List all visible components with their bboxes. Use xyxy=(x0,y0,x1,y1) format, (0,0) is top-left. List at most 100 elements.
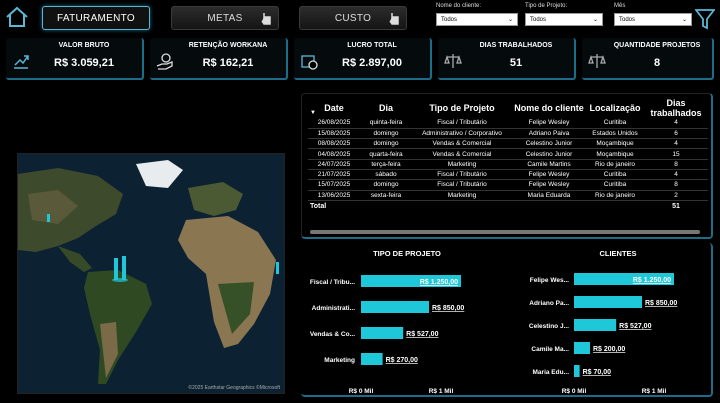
tipo-projeto-category-label: Vendas & Co... xyxy=(310,331,355,338)
tipo-projeto-dropdown[interactable]: Todos ⌄ xyxy=(525,13,603,26)
metas-button[interactable]: METAS xyxy=(171,6,279,30)
total-value: 51 xyxy=(672,203,680,211)
pointer-hand-icon xyxy=(389,13,399,25)
table-row[interactable]: 13/06/2025 sexta-feira Marketing Maria Edua… xyxy=(308,190,708,201)
filter-label: Nome do cliente: xyxy=(436,3,482,9)
tipo-projeto-category-label: Fiscal / Tribu... xyxy=(310,279,355,286)
clientes-category-label: Adriano Pa... xyxy=(529,300,569,307)
table-cell: 4 xyxy=(644,118,708,129)
charts-panel: TIPO DE PROJETO Fiscal / Tribu... R$ 1.250… xyxy=(301,243,713,397)
filter-tipo-projeto: Tipo de Projeto: Todos ⌄ xyxy=(525,3,603,26)
clientes-bar[interactable] xyxy=(574,319,617,331)
world-map[interactable]: ©2025 Earthstar Geographics ©Microsoft xyxy=(17,153,285,394)
table-row[interactable]: 04/08/2025 quarta-feira Vendas & Comercial… xyxy=(308,148,708,160)
clientes-category-label: Camile Ma... xyxy=(531,346,569,353)
dropdown-value: Todos xyxy=(619,16,636,23)
sort-desc-icon[interactable]: ▼ xyxy=(310,110,316,116)
table-cell: Fiscal / Tributário xyxy=(412,118,512,129)
tipo-projeto-x-tick: R$ 1 Mil xyxy=(429,388,454,395)
table-cell: domingo xyxy=(360,128,412,140)
kpi-title: QUANTIDADE PROJETOS xyxy=(613,42,701,49)
table-cell: domingo xyxy=(360,179,412,191)
kpi-valor-bruto: VALOR BRUTO R$ 3.059,21 xyxy=(6,38,144,80)
custo-button[interactable]: CUSTO xyxy=(299,6,407,30)
tipo-projeto-value-label: R$ 270,00 xyxy=(386,357,418,364)
column-header-tipo[interactable]: Tipo de Projeto xyxy=(412,98,512,118)
table-cell: 6 xyxy=(644,128,708,140)
table-cell: 15/08/2025 xyxy=(308,128,360,140)
column-header-dia[interactable]: Dia xyxy=(360,98,412,118)
table-cell: Adriano Paiva xyxy=(512,128,586,140)
table-cell: sábado xyxy=(360,169,412,181)
column-header-cliente[interactable]: Nome do cliente xyxy=(512,98,586,118)
table-total-row: Total 51 xyxy=(308,200,708,212)
table-cell: quarta-feira xyxy=(360,148,412,160)
kpi-quantidade-projetos: QUANTIDADE PROJETOS 8 xyxy=(582,38,714,80)
table-row[interactable]: 08/08/2025 domingo Vendas & Comercial Celes… xyxy=(308,138,708,150)
table-cell: 26/08/2025 xyxy=(308,118,360,129)
table-row[interactable]: 26/08/2025 quinta-feira Fiscal / Tributári… xyxy=(308,118,708,129)
kpi-value: R$ 162,21 xyxy=(202,57,254,69)
table-cell: Vendas & Comercial xyxy=(412,148,512,160)
home-icon[interactable] xyxy=(4,4,30,30)
table-cell: Felipe Wesley xyxy=(512,179,586,191)
metas-label: METAS xyxy=(207,12,243,24)
table-row[interactable]: 24/07/2025 terça-feira Marketing Camile Mar… xyxy=(308,159,708,170)
chevron-down-icon: ⌄ xyxy=(681,17,687,23)
tipo-projeto-bar[interactable] xyxy=(361,353,383,365)
map-credit: ©2025 Earthstar Geographics ©Microsoft xyxy=(188,385,280,391)
total-label: Total xyxy=(310,203,327,211)
table-cell: Marketing xyxy=(412,159,512,170)
table-cell: 24/07/2025 xyxy=(308,159,360,170)
table-cell xyxy=(412,200,512,212)
horizontal-scrollbar[interactable] xyxy=(310,230,700,234)
mes-dropdown[interactable]: Todos ⌄ xyxy=(614,13,692,26)
cliente-dropdown[interactable]: Todos ⌄ xyxy=(436,13,518,26)
kpi-value: 51 xyxy=(509,57,523,69)
tipo-projeto-bar[interactable] xyxy=(361,327,404,339)
table-row[interactable]: 15/07/2025 domingo Fiscal / Tributário Feli… xyxy=(308,179,708,191)
table-cell: Curitiba xyxy=(586,169,644,181)
kpi-title: VALOR BRUTO xyxy=(58,42,110,49)
table-cell xyxy=(586,200,644,212)
table-row[interactable]: 21/07/2025 sábado Fiscal / Tributário Felip… xyxy=(308,169,708,181)
satellite-map-image xyxy=(18,154,284,393)
kpi-value: R$ 2.897,00 xyxy=(342,57,402,69)
table-cell: Felipe Wesley xyxy=(512,118,586,129)
faturamento-button[interactable]: FATURAMENTO xyxy=(42,6,150,30)
column-header-localizacao[interactable]: Localização xyxy=(586,98,644,118)
clientes-value-label: R$ 70,00 xyxy=(583,369,612,376)
bar-charts: TIPO DE PROJETO Fiscal / Tribu... R$ 1.250… xyxy=(310,249,678,395)
table-row[interactable]: 15/08/2025 domingo Administrativo / Corpor… xyxy=(308,128,708,140)
table-header-row: Date Dia Tipo de Projeto Nome do cliente… xyxy=(308,98,708,118)
table-cell: Rio de janeiro xyxy=(586,190,644,201)
kpi-value: 8 xyxy=(653,57,661,69)
chevron-down-icon: ⌄ xyxy=(507,17,513,23)
clientes-value-label: R$ 1.250,00 xyxy=(633,277,671,284)
filter-mes: Mês Todos ⌄ xyxy=(614,3,692,26)
table-cell: Vendas & Comercial xyxy=(412,138,512,150)
table-cell: Fiscal / Tributário xyxy=(412,169,512,181)
clientes-bar[interactable] xyxy=(574,296,642,308)
table-cell: Curitiba xyxy=(586,118,644,129)
clientes-bar[interactable] xyxy=(574,365,580,377)
table-cell xyxy=(360,200,412,212)
clientes-value-label: R$ 527,00 xyxy=(619,323,651,330)
table-cell: 08/08/2025 xyxy=(308,138,360,150)
table-cell: Felipe Wesley xyxy=(512,169,586,181)
clientes-bar[interactable] xyxy=(574,342,590,354)
table-cell: 2 xyxy=(644,190,708,201)
table-cell: Moçambique xyxy=(586,138,644,150)
filter-funnel-icon[interactable] xyxy=(695,8,715,30)
table-cell: domingo xyxy=(360,138,412,150)
tipo-projeto-category-label: Marketing xyxy=(324,357,355,364)
dropdown-value: Todos xyxy=(530,16,547,23)
kpi-value: R$ 3.059,21 xyxy=(54,57,114,69)
clientes-category-label: Maria Edu... xyxy=(533,369,570,376)
tipo-projeto-bar[interactable] xyxy=(361,301,429,313)
table-cell: 04/08/2025 xyxy=(308,148,360,160)
column-header-dias[interactable]: Dias trabalhados xyxy=(644,98,708,118)
kpi-title: DIAS TRABALHADOS xyxy=(479,42,553,49)
clientes-category-label: Celestino J... xyxy=(529,323,569,330)
kpi-dias-trabalhados: DIAS TRABALHADOS 51 xyxy=(438,38,576,80)
